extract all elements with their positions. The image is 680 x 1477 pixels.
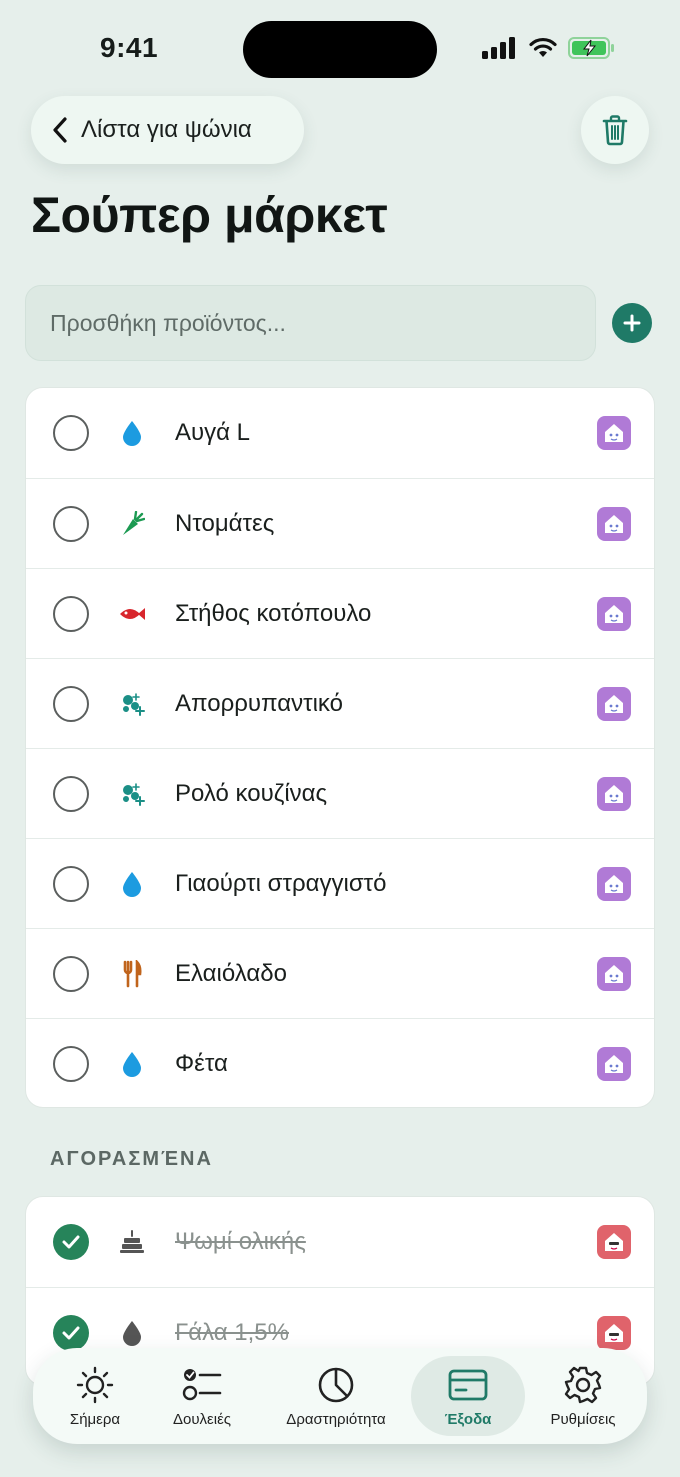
member-home-icon <box>597 1225 631 1259</box>
item-checkbox[interactable] <box>53 775 89 812</box>
trash-icon <box>602 115 628 146</box>
bubbles-icon <box>118 780 146 808</box>
tab-label: Δραστηριότητα <box>286 1410 386 1428</box>
cake-icon <box>118 1228 146 1256</box>
list-item[interactable]: Ντομάτες <box>26 478 654 568</box>
bubbles-icon <box>118 690 146 718</box>
item-label: Φέτα <box>175 1049 228 1077</box>
tab-today[interactable]: Σήμερα <box>49 1356 141 1436</box>
item-label: Ρολό κουζίνας <box>175 779 328 807</box>
checklist-icon <box>182 1368 222 1400</box>
member-home-icon <box>597 596 631 631</box>
bought-section-title: ΑΓΟΡΑΣΜΈΝΑ <box>50 1148 213 1170</box>
member-home-icon <box>597 506 631 541</box>
item-checkbox-checked[interactable] <box>53 1224 89 1260</box>
gear-icon <box>564 1366 602 1403</box>
card-icon <box>448 1369 488 1400</box>
tab-settings[interactable]: Ρυθμίσεις <box>533 1356 633 1436</box>
item-label: Γάλα 1,5% <box>175 1318 289 1346</box>
list-item[interactable]: Ρολό κουζίνας <box>26 748 654 838</box>
item-label: Ελαιόλαδο <box>175 959 287 987</box>
item-checkbox-checked[interactable] <box>53 1314 89 1351</box>
water-drop-icon <box>118 1050 146 1078</box>
fork-knife-icon <box>118 959 146 988</box>
list-item[interactable]: Απορρυπαντικό <box>26 658 654 748</box>
list-item[interactable]: Ψωμί ολικής <box>26 1197 654 1287</box>
list-item[interactable]: Στήθος κοτόπουλο <box>26 568 654 658</box>
status-bar: 9:41 <box>0 0 680 96</box>
tab-expenses[interactable]: Έξοδα <box>411 1356 525 1436</box>
cellular-signal-icon <box>482 37 515 59</box>
status-time: 9:41 <box>100 32 159 63</box>
pie-chart-icon <box>318 1367 354 1402</box>
tab-label: Σήμερα <box>69 1410 121 1428</box>
list-item[interactable]: Φέτα <box>26 1018 654 1107</box>
item-label: Αυγά L <box>175 419 251 446</box>
carrot-icon <box>118 510 146 538</box>
item-label: Ντομάτες <box>175 509 275 537</box>
member-home-icon <box>597 1046 631 1081</box>
member-home-icon <box>597 1315 631 1350</box>
member-home-icon <box>597 866 631 901</box>
item-checkbox[interactable] <box>53 955 89 992</box>
chevron-left-icon <box>53 117 67 143</box>
water-drop-icon <box>118 1319 146 1347</box>
list-item[interactable]: Αυγά L <box>26 388 654 478</box>
water-drop-icon <box>118 419 146 447</box>
item-label: Απορρυπαντικό <box>175 689 343 717</box>
battery-charging-icon <box>568 37 614 59</box>
tab-activity[interactable]: Δραστηριότητα <box>269 1356 403 1436</box>
list-item[interactable]: Γιαούρτι στραγγιστό <box>26 838 654 928</box>
item-checkbox[interactable] <box>53 595 89 632</box>
add-item-button[interactable] <box>612 303 652 343</box>
plus-icon <box>623 314 641 332</box>
member-home-icon <box>597 416 631 450</box>
page-title: Σούπερ μάρκετ <box>31 187 388 243</box>
item-checkbox[interactable] <box>53 415 89 451</box>
tab-label: Ρυθμίσεις <box>550 1410 616 1428</box>
dynamic-island <box>243 21 437 78</box>
back-button-label: Λίστα για ψώνια <box>81 116 252 143</box>
item-checkbox[interactable] <box>53 685 89 722</box>
item-label: Ψωμί ολικής <box>175 1228 306 1255</box>
tab-bar: Σήμερα Δουλειές Δραστηριότητα Έξοδα Ρυθμ… <box>33 1348 647 1444</box>
delete-list-button[interactable] <box>581 96 649 164</box>
member-home-icon <box>597 956 631 991</box>
status-icons <box>482 36 616 60</box>
item-label: Στήθος κοτόπουλο <box>175 599 372 627</box>
shopping-list: Αυγά L Ντομάτες Στήθος κοτόπουλο Απορρυπ… <box>25 387 655 1108</box>
checkmark-icon <box>62 1326 80 1339</box>
item-checkbox[interactable] <box>53 865 89 902</box>
member-home-icon <box>597 776 631 811</box>
member-home-icon <box>597 686 631 721</box>
fish-icon <box>118 600 146 628</box>
add-item-input[interactable] <box>25 285 596 361</box>
back-button[interactable]: Λίστα για ψώνια <box>31 96 304 164</box>
list-item[interactable]: Ελαιόλαδο <box>26 928 654 1018</box>
tab-label: Έξοδα <box>444 1410 492 1428</box>
checkmark-icon <box>62 1235 80 1249</box>
water-drop-icon <box>118 870 146 898</box>
sun-icon <box>76 1366 114 1403</box>
item-checkbox[interactable] <box>53 505 89 542</box>
item-checkbox[interactable] <box>53 1045 89 1082</box>
wifi-icon <box>529 37 557 57</box>
tab-label: Δουλειές <box>172 1410 231 1428</box>
item-label: Γιαούρτι στραγγιστό <box>175 869 387 897</box>
tab-chores[interactable]: Δουλειές <box>154 1356 250 1436</box>
